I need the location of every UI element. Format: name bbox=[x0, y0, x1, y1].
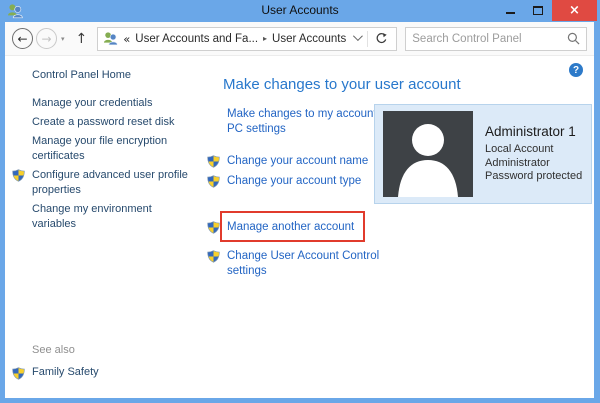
see-also-section: See also Family Safety bbox=[32, 344, 188, 378]
refresh-icon bbox=[376, 33, 387, 44]
sidebar-item-environment-variables[interactable]: Change my environment variables bbox=[32, 202, 188, 232]
sidebar-item-control-panel-home[interactable]: Control Panel Home bbox=[32, 69, 188, 81]
sidebar-item-manage-credentials[interactable]: Manage your credentials bbox=[32, 96, 188, 111]
up-button[interactable]: ↑ bbox=[76, 31, 88, 47]
link-label: Change User Account Control settings bbox=[227, 250, 380, 277]
link-manage-another-account[interactable]: Manage another account bbox=[207, 211, 587, 242]
navigation-bar: ← → ▾ ↑ « User Accounts and Fa... ▸ User… bbox=[5, 22, 594, 56]
address-divider bbox=[367, 30, 369, 47]
uac-shield-icon bbox=[207, 155, 220, 168]
account-type: Local Account bbox=[485, 143, 554, 155]
sidebar-item-label: Configure advanced user profile properti… bbox=[32, 169, 188, 196]
sidebar-item-family-safety[interactable]: Family Safety bbox=[32, 366, 188, 378]
search-icon[interactable] bbox=[567, 32, 580, 45]
uac-shield-icon bbox=[207, 175, 220, 188]
maximize-icon bbox=[533, 6, 543, 15]
address-dropdown-icon[interactable] bbox=[353, 30, 364, 41]
window-controls: × bbox=[496, 0, 597, 21]
breadcrumb-current[interactable]: User Accounts bbox=[272, 33, 346, 45]
breadcrumb-parent[interactable]: User Accounts and Fa... bbox=[135, 33, 258, 45]
account-password-status: Password protected bbox=[485, 170, 583, 182]
page-title: Make changes to your user account bbox=[223, 76, 461, 93]
close-icon: × bbox=[569, 3, 580, 18]
back-button[interactable]: ← bbox=[12, 28, 33, 49]
user-accounts-mini-icon bbox=[103, 31, 118, 46]
help-button[interactable]: ? bbox=[569, 63, 583, 77]
link-change-uac-settings[interactable]: Change User Account Control settings bbox=[207, 249, 587, 279]
account-role: Administrator bbox=[485, 156, 550, 169]
close-button[interactable]: × bbox=[552, 0, 597, 21]
maximize-button[interactable] bbox=[524, 0, 552, 21]
sidebar-item-password-reset-disk[interactable]: Create a password reset disk bbox=[32, 115, 188, 130]
link-label: Make changes to my account in PC setting… bbox=[227, 108, 389, 135]
uac-shield-icon bbox=[12, 367, 25, 380]
sidebar-item-file-encryption[interactable]: Manage your file encryption certificates bbox=[32, 134, 188, 164]
uac-shield-icon bbox=[207, 250, 220, 263]
link-label: Manage another account bbox=[227, 221, 355, 233]
help-icon: ? bbox=[572, 64, 580, 76]
breadcrumb-separator-icon: ▸ bbox=[263, 34, 268, 43]
link-label: Change your account type bbox=[227, 175, 362, 187]
user-account-tile: Administrator 1 Local Account Administra… bbox=[374, 104, 592, 204]
address-bar[interactable]: « User Accounts and Fa... ▸ User Account… bbox=[97, 26, 398, 51]
search-box bbox=[405, 26, 587, 51]
account-name: Administrator 1 bbox=[485, 124, 576, 139]
uac-shield-icon bbox=[12, 169, 25, 182]
breadcrumb: « User Accounts and Fa... ▸ User Account… bbox=[123, 32, 349, 46]
minimize-icon bbox=[505, 11, 515, 14]
collapsed-crumbs-icon[interactable]: « bbox=[123, 32, 130, 46]
link-label: Change your account name bbox=[227, 155, 369, 167]
red-highlight-box: Manage another account bbox=[220, 211, 366, 242]
forward-icon: → bbox=[41, 31, 52, 46]
refresh-button[interactable] bbox=[375, 32, 388, 45]
sidebar-item-label: Family Safety bbox=[32, 366, 99, 378]
content-area: ? Control Panel Home Manage your credent… bbox=[5, 56, 594, 398]
minimize-button[interactable] bbox=[496, 0, 524, 21]
history-dropdown-button[interactable]: ▾ bbox=[61, 35, 65, 43]
user-accounts-window: User Accounts × ← → ▾ ↑ « User Accounts … bbox=[0, 0, 600, 403]
uac-shield-icon bbox=[207, 221, 220, 234]
sidebar: Control Panel Home Manage your credentia… bbox=[32, 69, 188, 236]
account-info: Administrator 1 Local Account Administra… bbox=[485, 111, 582, 197]
forward-button[interactable]: → bbox=[36, 28, 57, 49]
link-pc-settings[interactable]: Make changes to my account in PC setting… bbox=[227, 107, 389, 137]
titlebar: User Accounts × bbox=[0, 0, 600, 22]
sidebar-item-advanced-profile[interactable]: Configure advanced user profile properti… bbox=[32, 168, 188, 198]
see-also-label: See also bbox=[32, 344, 75, 356]
back-icon: ← bbox=[17, 31, 28, 46]
avatar bbox=[383, 111, 473, 197]
search-input[interactable] bbox=[412, 32, 567, 45]
